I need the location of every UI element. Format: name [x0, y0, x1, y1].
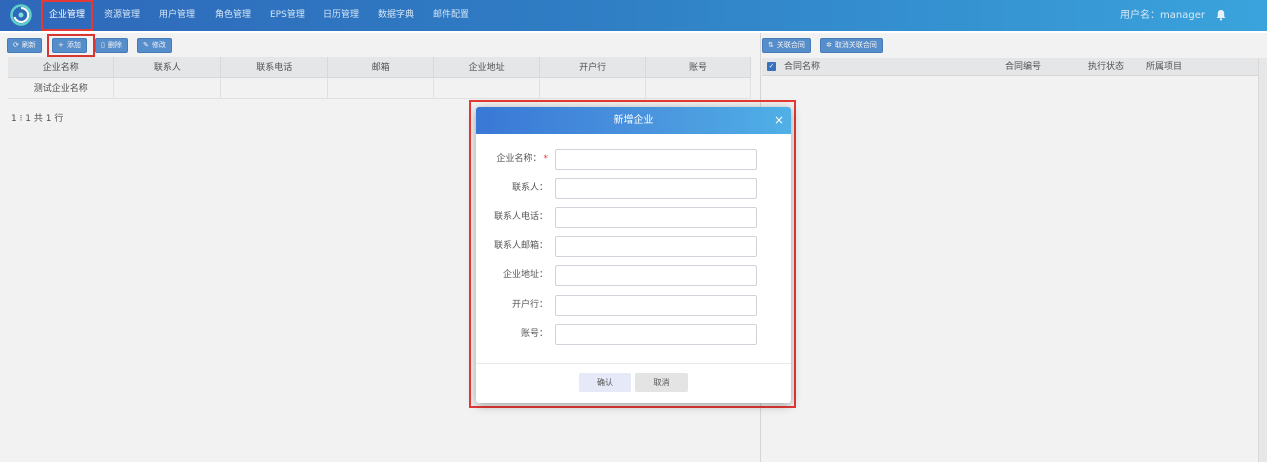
bank-input[interactable]	[555, 295, 757, 316]
nav-item-mail[interactable]: 邮件配置	[427, 0, 475, 31]
nav-item-eps[interactable]: EPS管理	[264, 0, 311, 31]
confirm-button[interactable]: 确认	[579, 373, 631, 392]
contact-input[interactable]	[555, 178, 757, 199]
field-label: 企业名称： *	[496, 154, 549, 164]
nav-item-company[interactable]: 企业管理	[41, 0, 94, 31]
nav-item-role[interactable]: 角色管理	[209, 0, 257, 31]
contact-phone-input[interactable]	[555, 207, 757, 228]
form-row-contact-email: 联系人邮箱：	[476, 236, 791, 257]
dialog-footer: 确认 取消	[476, 363, 791, 403]
close-icon[interactable]: ×	[773, 114, 785, 126]
field-label: 企业地址：	[502, 270, 548, 280]
nav-item-calendar[interactable]: 日历管理	[317, 0, 365, 31]
dialog-title: 新增企业	[613, 115, 654, 126]
user-name-label[interactable]: 用户名：manager	[1120, 0, 1205, 31]
field-label: 账号：	[520, 329, 548, 339]
form-row-company-name: 企业名称： *	[476, 149, 791, 170]
top-nav-bar: 企业管理 资源管理 用户管理 角色管理 EPS管理 日历管理 数据字典 邮件配置…	[0, 0, 1267, 31]
app-logo-icon[interactable]	[10, 4, 32, 26]
field-label: 联系人邮箱：	[493, 241, 548, 251]
form-row-contact: 联系人：	[476, 178, 791, 199]
field-label: 开户行：	[511, 300, 548, 310]
nav-item-dictionary[interactable]: 数据字典	[372, 0, 420, 31]
nav-item-user[interactable]: 用户管理	[153, 0, 201, 31]
cancel-button[interactable]: 取消	[635, 373, 688, 392]
company-address-input[interactable]	[555, 265, 757, 286]
nav-item-resource[interactable]: 资源管理	[98, 0, 146, 31]
field-label: 联系人：	[511, 183, 548, 193]
bell-icon[interactable]	[1215, 9, 1227, 21]
required-marker: *	[543, 154, 549, 164]
form-row-account: 账号：	[476, 324, 791, 345]
company-name-input[interactable]	[555, 149, 757, 170]
form-row-bank: 开户行：	[476, 295, 791, 316]
contact-email-input[interactable]	[555, 236, 757, 257]
form-row-contact-phone: 联系人电话：	[476, 207, 791, 228]
add-company-dialog: 新增企业 × 企业名称： * 联系人： 联系人电话： 联系人邮箱： 企业地址： 开…	[476, 107, 791, 403]
form-row-company-address: 企业地址：	[476, 265, 791, 286]
account-input[interactable]	[555, 324, 757, 345]
field-label: 联系人电话：	[493, 212, 548, 222]
